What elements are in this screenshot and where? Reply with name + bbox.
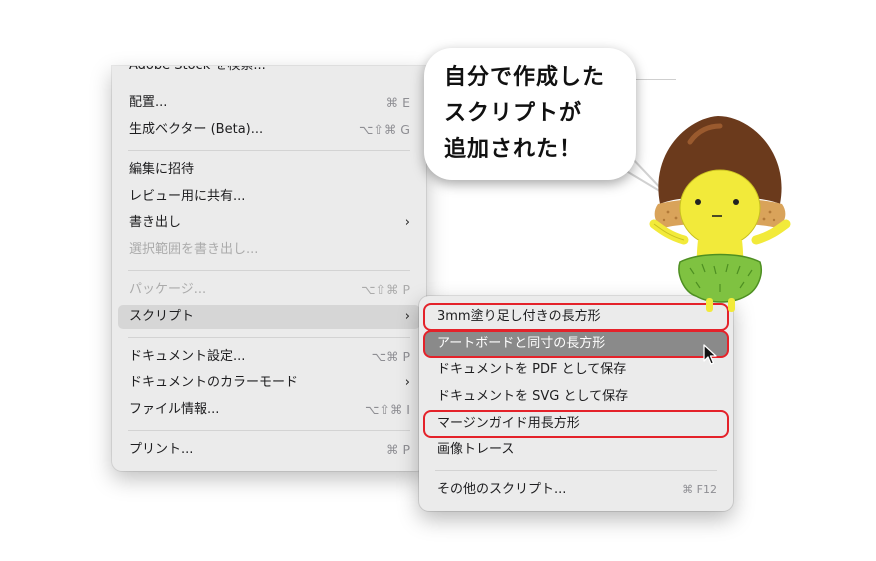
menu-separator — [128, 337, 410, 338]
menu-item-place[interactable]: 配置... ⌘ E — [118, 91, 420, 115]
file-menu: Adobe Stock を検索... 配置... ⌘ E 生成ベクター (Bet… — [112, 66, 426, 471]
chestnut-mascot — [649, 116, 791, 312]
menu-separator — [128, 430, 410, 431]
shortcut-label: ⌥⇧⌘ G — [358, 122, 410, 137]
menu-item-print[interactable]: プリント... ⌘ P — [118, 438, 420, 462]
menu-item-document-setup[interactable]: ドキュメント設定... ⌥⌘ P — [118, 345, 420, 369]
callout-text: 自分で作成した スクリプトが 追加された！ — [444, 65, 606, 162]
script-item-other-scripts[interactable]: その他のスクリプト... ⌘ F12 — [425, 478, 727, 502]
shortcut-label: ⌘ P — [385, 442, 410, 457]
shortcut-label: ⌘ F12 — [682, 483, 717, 496]
script-item-artboard-rectangle[interactable]: アートボードと同寸の長方形 — [425, 332, 727, 356]
script-item-save-as-pdf[interactable]: ドキュメントを PDF として保存 — [425, 358, 727, 382]
menu-item-share-for-review[interactable]: レビュー用に共有... — [118, 185, 420, 209]
menu-item-scripts[interactable]: スクリプト › — [118, 305, 420, 329]
menu-item-file-info[interactable]: ファイル情報... ⌥⇧⌘ I — [118, 398, 420, 422]
shortcut-label: ⌘ E — [385, 95, 410, 110]
menu-item-document-color-mode[interactable]: ドキュメントのカラーモード › — [118, 371, 420, 395]
shortcut-label: ⌥⇧⌘ I — [364, 402, 410, 417]
shortcut-label: ⌥⇧⌘ P — [361, 282, 410, 297]
menu-item-export[interactable]: 書き出し › — [118, 211, 420, 235]
scripts-submenu: 3mm塗り足し付きの長方形 アートボードと同寸の長方形 ドキュメントを PDF … — [419, 296, 733, 511]
menu-item-invite-to-edit[interactable]: 編集に招待 — [118, 158, 420, 182]
chevron-right-icon: › — [404, 215, 410, 230]
script-item-image-trace[interactable]: 画像トレース — [425, 438, 727, 462]
menu-item-generative-vector[interactable]: 生成ベクター (Beta)... ⌥⇧⌘ G — [118, 118, 420, 142]
speech-bubble: 自分で作成した スクリプトが 追加された！ — [424, 48, 636, 180]
menu-item-export-selection[interactable]: 選択範囲を書き出し... — [118, 238, 420, 262]
menu-item-adobe-stock[interactable]: Adobe Stock を検索... — [118, 66, 420, 90]
menu-item-package[interactable]: パッケージ... ⌥⇧⌘ P — [118, 278, 420, 302]
script-item-margin-guide-rectangle[interactable]: マージンガイド用長方形 — [425, 412, 727, 436]
chevron-right-icon: › — [404, 375, 410, 390]
menu-separator — [128, 150, 410, 151]
shortcut-label: ⌥⌘ P — [371, 349, 410, 364]
chevron-right-icon: › — [404, 309, 410, 324]
pointer-cursor-icon — [703, 344, 717, 365]
menu-separator — [128, 270, 410, 271]
menu-separator — [435, 470, 717, 471]
script-item-save-as-svg[interactable]: ドキュメントを SVG として保存 — [425, 385, 727, 409]
